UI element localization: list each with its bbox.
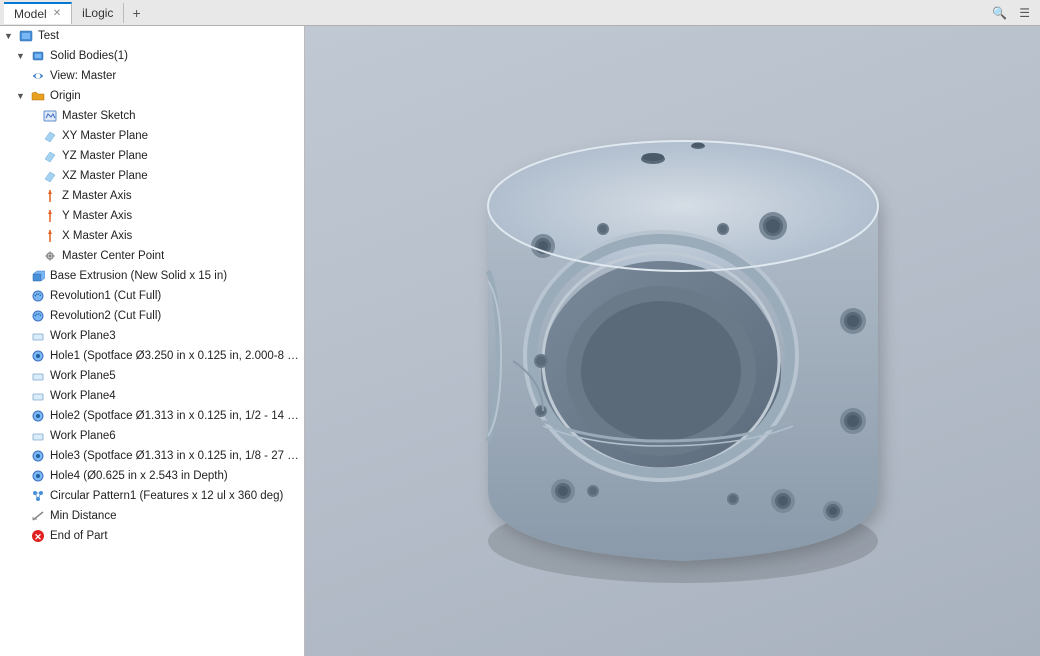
viewport[interactable] <box>305 26 1040 656</box>
label-base-extrusion: Base Extrusion (New Solid x 15 in) <box>50 270 227 282</box>
part-3d-view <box>343 51 1003 631</box>
label-solid-bodies: Solid Bodies(1) <box>50 50 128 62</box>
tree-item-work-plane6[interactable]: Work Plane6 <box>0 426 304 446</box>
icon-hole2 <box>30 408 46 424</box>
tree-item-view-master[interactable]: View: Master <box>0 66 304 86</box>
icon-end-of-part: ✕ <box>30 528 46 544</box>
tree-item-hole4[interactable]: Hole4 (Ø0.625 in x 2.543 in Depth) <box>0 466 304 486</box>
tree-root[interactable]: ▼ Test <box>0 26 304 46</box>
icon-origin <box>30 88 46 104</box>
tab-menu-button[interactable]: ☰ <box>1013 4 1036 22</box>
label-xz-plane: XZ Master Plane <box>62 170 148 182</box>
tree-item-work-plane4[interactable]: Work Plane4 <box>0 386 304 406</box>
icon-work-plane5 <box>30 368 46 384</box>
tree-panel: ▼ Test ▼ Solid Bodies(1) View: Master ▼ Orig… <box>0 26 305 656</box>
label-min-distance: Min Distance <box>50 510 116 522</box>
label-hole3: Hole3 (Spotface Ø1.313 in x 0.125 in, 1/… <box>50 450 300 462</box>
label-work-plane6: Work Plane6 <box>50 430 116 442</box>
tree-item-master-sketch[interactable]: Master Sketch <box>0 106 304 126</box>
tree-item-x-axis[interactable]: X Master Axis <box>0 226 304 246</box>
tree-item-work-plane3[interactable]: Work Plane3 <box>0 326 304 346</box>
icon-work-plane6 <box>30 428 46 444</box>
label-origin: Origin <box>50 90 81 102</box>
tree-item-xz-plane[interactable]: XZ Master Plane <box>0 166 304 186</box>
toggle-solid-bodies[interactable]: ▼ <box>16 51 28 61</box>
tree-item-xy-plane[interactable]: XY Master Plane <box>0 126 304 146</box>
icon-center-point <box>42 248 58 264</box>
label-yz-plane: YZ Master Plane <box>62 150 148 162</box>
tree-item-work-plane5[interactable]: Work Plane5 <box>0 366 304 386</box>
label-revolution1: Revolution1 (Cut Full) <box>50 290 161 302</box>
label-xy-plane: XY Master Plane <box>62 130 148 142</box>
icon-base-extrusion <box>30 268 46 284</box>
label-center-point: Master Center Point <box>62 250 164 262</box>
label-view-master: View: Master <box>50 70 116 82</box>
toggle-origin[interactable]: ▼ <box>16 91 28 101</box>
icon-revolution1 <box>30 288 46 304</box>
label-circular-pattern: Circular Pattern1 (Features x 12 ul x 36… <box>50 490 283 502</box>
tree-item-circular-pattern[interactable]: Circular Pattern1 (Features x 12 ul x 36… <box>0 486 304 506</box>
icon-master-sketch <box>42 108 58 124</box>
part-container <box>305 26 1040 656</box>
label-master-sketch: Master Sketch <box>62 110 136 122</box>
icon-work-plane3 <box>30 328 46 344</box>
label-z-axis: Z Master Axis <box>62 190 132 202</box>
icon-y-axis <box>42 208 58 224</box>
label-hole2: Hole2 (Spotface Ø1.313 in x 0.125 in, 1/… <box>50 410 300 422</box>
icon-work-plane4 <box>30 388 46 404</box>
tab-ilogic-label: iLogic <box>82 6 113 20</box>
label-hole1: Hole1 (Spotface Ø3.250 in x 0.125 in, 2.… <box>50 350 300 362</box>
label-hole4: Hole4 (Ø0.625 in x 2.543 in Depth) <box>50 470 228 482</box>
label-work-plane3: Work Plane3 <box>50 330 116 342</box>
tree-item-z-axis[interactable]: Z Master Axis <box>0 186 304 206</box>
label-revolution2: Revolution2 (Cut Full) <box>50 310 161 322</box>
tree-root-label: Test <box>38 30 59 42</box>
icon-view-master <box>30 68 46 84</box>
tab-model[interactable]: Model ✕ <box>4 2 72 24</box>
label-x-axis: X Master Axis <box>62 230 132 242</box>
tree-item-hole3[interactable]: Hole3 (Spotface Ø1.313 in x 0.125 in, 1/… <box>0 446 304 466</box>
tab-ilogic[interactable]: iLogic <box>72 3 124 23</box>
label-work-plane5: Work Plane5 <box>50 370 116 382</box>
tab-model-label: Model <box>14 7 47 21</box>
icon-hole4 <box>30 468 46 484</box>
icon-hole1 <box>30 348 46 364</box>
icon-circular-pattern <box>30 488 46 504</box>
svg-text:✕: ✕ <box>34 532 42 542</box>
root-icon <box>18 28 34 44</box>
tree-item-base-extrusion[interactable]: Base Extrusion (New Solid x 15 in) <box>0 266 304 286</box>
tab-model-close[interactable]: ✕ <box>53 8 61 19</box>
tree-item-revolution2[interactable]: Revolution2 (Cut Full) <box>0 306 304 326</box>
icon-hole3 <box>30 448 46 464</box>
tree-item-solid-bodies[interactable]: ▼ Solid Bodies(1) <box>0 46 304 66</box>
tree-item-center-point[interactable]: Master Center Point <box>0 246 304 266</box>
tree-item-min-distance[interactable]: Min Distance <box>0 506 304 526</box>
tree-container: ▼ Solid Bodies(1) View: Master ▼ Origin Maste… <box>0 46 304 546</box>
tab-add-button[interactable]: + <box>124 2 148 24</box>
tree-item-end-of-part[interactable]: ✕ End of Part <box>0 526 304 546</box>
tree-item-yz-plane[interactable]: YZ Master Plane <box>0 146 304 166</box>
icon-solid-bodies <box>30 48 46 64</box>
tree-item-origin[interactable]: ▼ Origin <box>0 86 304 106</box>
tree-item-revolution1[interactable]: Revolution1 (Cut Full) <box>0 286 304 306</box>
tab-search-button[interactable]: 🔍 <box>986 4 1013 22</box>
main-area: ▼ Test ▼ Solid Bodies(1) View: Master ▼ Orig… <box>0 26 1040 656</box>
icon-x-axis <box>42 228 58 244</box>
icon-xy-plane <box>42 128 58 144</box>
root-toggle[interactable]: ▼ <box>4 31 16 41</box>
icon-z-axis <box>42 188 58 204</box>
tree-item-y-axis[interactable]: Y Master Axis <box>0 206 304 226</box>
tab-bar: Model ✕ iLogic + 🔍 ☰ <box>0 0 1040 26</box>
icon-revolution2 <box>30 308 46 324</box>
icon-xz-plane <box>42 168 58 184</box>
tree-item-hole2[interactable]: Hole2 (Spotface Ø1.313 in x 0.125 in, 1/… <box>0 406 304 426</box>
label-end-of-part: End of Part <box>50 530 108 542</box>
icon-min-distance <box>30 508 46 524</box>
tree-item-hole1[interactable]: Hole1 (Spotface Ø3.250 in x 0.125 in, 2.… <box>0 346 304 366</box>
label-y-axis: Y Master Axis <box>62 210 132 222</box>
icon-yz-plane <box>42 148 58 164</box>
label-work-plane4: Work Plane4 <box>50 390 116 402</box>
